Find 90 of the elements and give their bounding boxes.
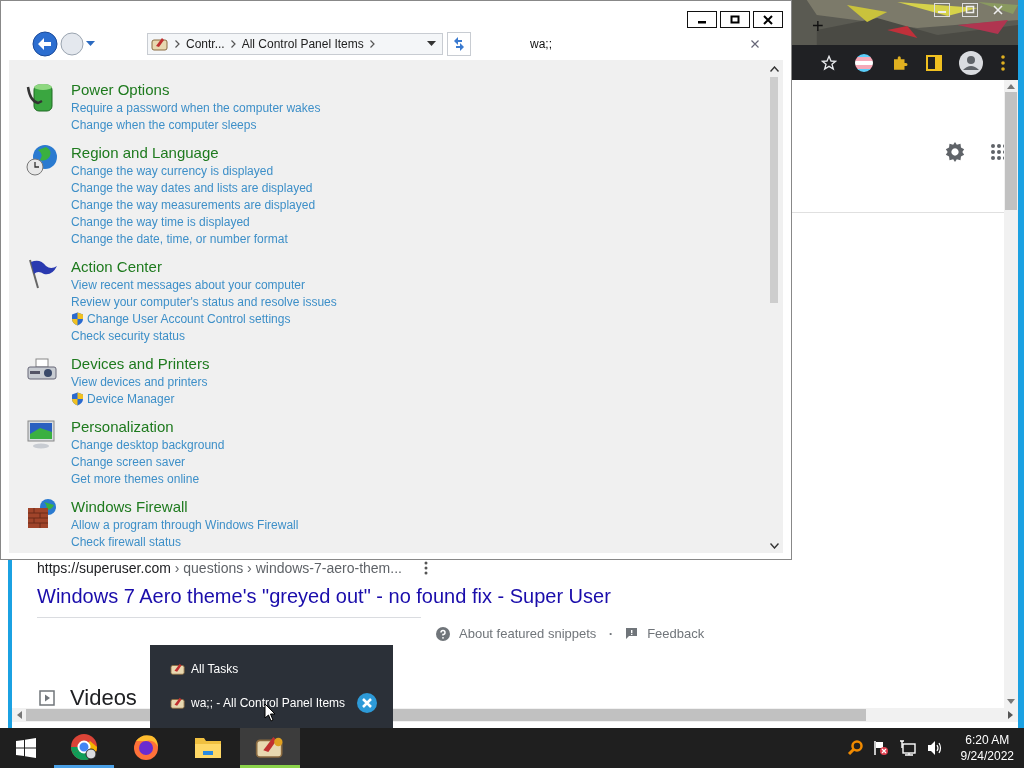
category-link[interactable]: Region and Language [71,144,316,162]
chevron-icon[interactable] [230,40,236,48]
task-link[interactable]: Device Manager [87,391,175,406]
windows-start-icon[interactable] [16,738,36,758]
maximize-button[interactable] [720,11,750,28]
task-link[interactable]: View devices and printers [71,374,208,389]
close-button[interactable] [753,11,783,28]
scroll-thumb[interactable] [770,77,778,303]
globe-clock-icon [26,144,58,176]
minimize-icon[interactable] [934,3,950,17]
sidebar-icon[interactable] [926,54,942,71]
control-panel-icon [170,662,186,676]
task-link[interactable]: Check firewall status [71,534,182,549]
result-title-link[interactable]: Windows 7 Aero theme's "greyed out" - no found fix - Super User [37,584,1004,608]
breadcrumb-item[interactable]: Contr... [186,37,225,51]
result-url: https://superuser.com › questions › windows-7-aero-them... [37,560,402,576]
jump-list-header[interactable]: All Tasks [191,662,239,676]
feedback-icon [625,627,639,640]
settings-icon[interactable] [944,141,966,163]
breadcrumb-item[interactable]: All Control Panel Items [241,37,364,51]
scroll-right-icon[interactable] [1008,711,1014,719]
minimize-icon [698,21,706,24]
section-heading: Videos [70,685,137,708]
clear-icon[interactable] [751,40,759,48]
chevron-icon[interactable] [369,40,375,48]
scroll-down-icon[interactable] [769,543,779,549]
feedback-link[interactable]: Feedback [647,626,705,641]
flag-icon [26,258,58,290]
task-link[interactable]: Change screen saver [71,454,186,469]
avatar-icon[interactable] [959,50,983,75]
task-link[interactable]: Change the way measurements are displayed [71,197,316,212]
chevron-icon[interactable] [175,40,180,48]
new-tab-button[interactable]: + [812,16,824,36]
search-field[interactable]: wa;; [475,33,769,55]
maximize-icon[interactable] [962,3,978,17]
search-icon[interactable] [846,740,863,756]
menu-icon[interactable] [1000,54,1006,71]
apps-grid-icon[interactable] [990,143,1004,161]
task-link[interactable]: Change the way dates and lists are displayed [71,180,313,195]
task-link[interactable]: Change the way currency is displayed [71,163,274,178]
control-panel-icon [151,36,169,52]
scroll-up-icon[interactable] [769,66,779,72]
chrome-icon [70,732,98,761]
control-panel-icon [170,696,186,710]
help-icon [436,626,450,641]
address-bar[interactable]: Contr... All Control Panel Items [147,33,443,55]
puzzle-icon[interactable] [891,53,909,72]
taskbar-app[interactable] [240,728,300,768]
category-link[interactable]: Devices and Printers [71,355,210,373]
scroll-left-icon[interactable] [16,711,22,719]
category-link[interactable]: Personalization [71,418,225,436]
close-icon[interactable] [357,693,378,713]
scroll-thumb[interactable] [1005,92,1017,210]
task-link[interactable]: Allow a program through Windows Firewall [71,517,299,532]
category-link[interactable]: Power Options [71,81,321,99]
separator-dot: • [609,629,613,638]
minimize-button[interactable] [687,11,717,28]
category-link[interactable]: Action Center [71,258,337,276]
history-dropdown-icon[interactable] [86,41,95,47]
task-link[interactable]: Change the way time is displayed [71,214,250,229]
jump-list-window-item[interactable]: wa;; - All Control Panel Items [191,696,346,710]
task-link[interactable]: Get more themes online [71,471,200,486]
category-link[interactable]: Windows Firewall [71,498,299,516]
task-link[interactable]: Change the date, time, or number format [71,231,288,246]
star-icon[interactable] [821,54,837,71]
task-link[interactable]: View recent messages about your computer [71,277,305,292]
flag-error-icon[interactable] [872,740,889,756]
more-icon[interactable] [423,561,428,575]
task-link[interactable]: Require a password when the computer wakes [71,100,321,115]
refresh-button[interactable] [447,32,471,56]
striped-circle-icon[interactable] [854,52,874,73]
clock-time[interactable]: 6:20 AM [965,732,1010,748]
task-link[interactable]: Check security status [71,328,186,343]
network-icon[interactable] [898,740,917,756]
task-link[interactable]: Review your computer's status and resolve issues [71,294,337,309]
dropdown-icon[interactable] [427,41,436,47]
vertical-scrollbar[interactable] [1004,80,1018,708]
brick-wall-globe-icon [26,498,58,530]
monitor-icon [26,418,58,450]
task-link[interactable]: Change desktop background [71,437,225,452]
maximize-icon [730,14,740,25]
back-button[interactable] [32,31,58,57]
volume-icon[interactable] [926,740,943,756]
about-snippets-link[interactable]: About featured snippets [459,626,597,641]
task-link[interactable]: Change when the computer sleeps [71,117,257,132]
firefox-icon [132,732,160,761]
play-box-icon [39,690,55,706]
task-link[interactable]: Change User Account Control settings [87,311,291,326]
clock-date[interactable]: 9/24/2022 [960,748,1014,764]
close-icon [763,14,773,25]
